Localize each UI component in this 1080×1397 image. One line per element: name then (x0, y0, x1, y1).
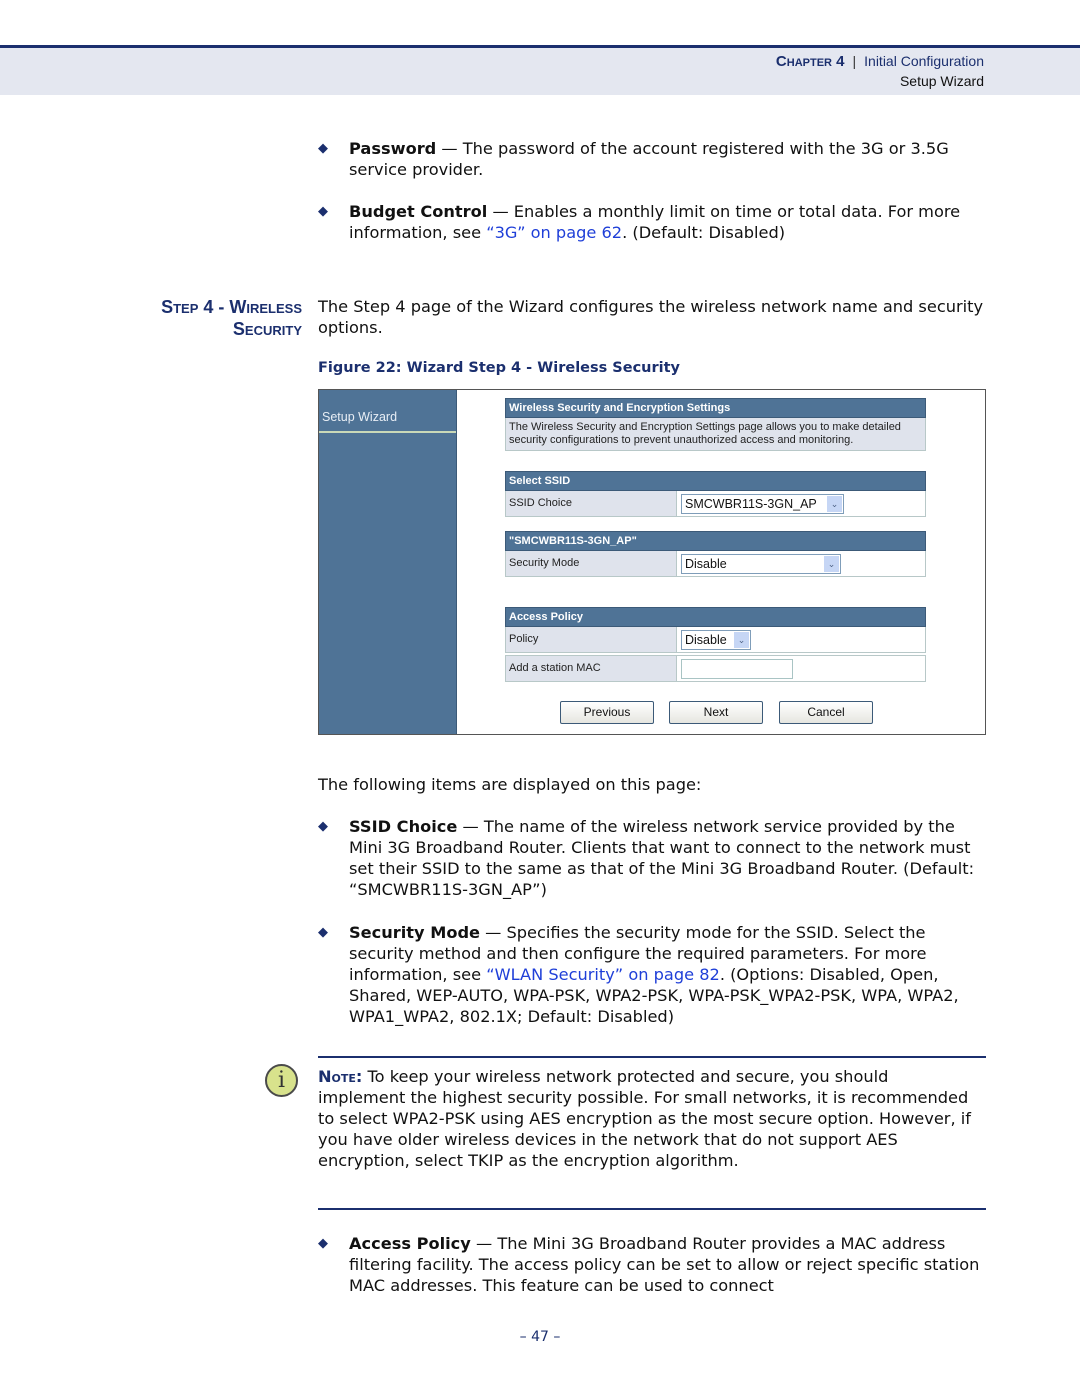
section-title: Initial Configuration (864, 53, 984, 69)
bullet-term: Access Policy (349, 1234, 471, 1253)
cancel-button[interactable]: Cancel (779, 701, 873, 724)
subsection-title: Setup Wizard (899, 73, 984, 89)
select-value: Disable (685, 633, 727, 647)
ssid-security-panel: "SMCWBR11S-3GN_AP" Security Mode Disable… (505, 531, 926, 577)
wizard-screenshot: Setup Wizard Wireless Security and Encry… (318, 389, 986, 735)
note-text: To keep your wireless network protected … (318, 1067, 971, 1170)
panel-description: The Wireless Security and Encryption Set… (505, 418, 926, 451)
link-wlan-security[interactable]: “WLAN Security” on page 82 (486, 965, 720, 984)
bullet-budget-control: ◆ Budget Control — Enables a monthly lim… (318, 201, 986, 243)
ssid-choice-row: SSID Choice SMCWBR11S-3GN_AP ⌄ (505, 491, 926, 517)
policy-row: Policy Disable ⌄ (505, 627, 926, 653)
next-button[interactable]: Next (669, 701, 763, 724)
select-ssid-panel: Select SSID SSID Choice SMCWBR11S-3GN_AP… (505, 471, 926, 517)
bullet-access-policy: ◆ Access Policy — The Mini 3G Broadband … (318, 1233, 986, 1296)
bullet-diamond-icon: ◆ (318, 819, 328, 834)
field-label: SSID Choice (506, 491, 677, 516)
field-label: Policy (506, 627, 677, 652)
ssid-choice-select[interactable]: SMCWBR11S-3GN_AP ⌄ (681, 494, 844, 514)
running-header: Chapter 4 | Initial Configuration (776, 53, 984, 70)
access-policy-panel: Access Policy Policy Disable ⌄ Add a sta… (505, 607, 926, 682)
note-bottom-rule (318, 1208, 986, 1210)
policy-select[interactable]: Disable ⌄ (681, 630, 751, 650)
bullet-diamond-icon: ◆ (318, 1236, 328, 1251)
step-intro: The Step 4 page of the Wizard configures… (318, 297, 984, 337)
bullet-term: Password (349, 139, 437, 158)
select-value: SMCWBR11S-3GN_AP (685, 497, 817, 511)
figure-caption: Figure 22: Wizard Step 4 - Wireless Secu… (318, 360, 681, 376)
panel-header: Access Policy (505, 607, 926, 627)
page-number: – 47 – (519, 1329, 561, 1345)
bullet-ssid-choice: ◆ SSID Choice — The name of the wireless… (318, 816, 986, 900)
bullet-term: SSID Choice (349, 817, 458, 836)
bullet-password: ◆ Password — The password of the account… (318, 138, 986, 180)
info-icon: i (265, 1064, 298, 1097)
note-top-rule (318, 1056, 986, 1058)
security-mode-select[interactable]: Disable ⌄ (681, 554, 841, 574)
sidebar-item-setup-wizard[interactable]: Setup Wizard (322, 410, 397, 424)
chevron-down-icon[interactable]: ⌄ (827, 496, 842, 512)
field-label: Security Mode (506, 551, 677, 576)
step-heading-line2: Security (232, 319, 302, 339)
station-mac-row: Add a station MAC (505, 655, 926, 682)
chevron-down-icon[interactable]: ⌄ (734, 632, 749, 648)
wizard-sidebar: Setup Wizard (319, 390, 457, 734)
following-intro: The following items are displayed on thi… (318, 775, 702, 794)
panel-header: Wireless Security and Encryption Setting… (505, 398, 926, 418)
bullet-term: Budget Control (349, 202, 488, 221)
step-heading: Step 4 - Wireless Security (161, 296, 302, 340)
settings-panel: Wireless Security and Encryption Setting… (505, 398, 926, 451)
bullet-diamond-icon: ◆ (318, 925, 328, 940)
station-mac-input[interactable] (681, 659, 793, 679)
chevron-down-icon[interactable]: ⌄ (824, 556, 839, 572)
sidebar-divider (319, 431, 456, 433)
header-separator: | (852, 53, 857, 69)
bullet-diamond-icon: ◆ (318, 141, 328, 156)
bullet-diamond-icon: ◆ (318, 204, 328, 219)
note-label: Note: (318, 1067, 363, 1086)
bullet-text: — The password of the account registered… (349, 139, 949, 179)
step-heading-line1: Step 4 - Wireless (161, 297, 302, 317)
bullet-security-mode: ◆ Security Mode — Specifies the security… (318, 922, 986, 1027)
bullet-text-tail: . (Default: Disabled) (622, 223, 786, 242)
chapter-label: Chapter 4 (775, 53, 845, 70)
panel-header: Select SSID (505, 471, 926, 491)
link-3g-page[interactable]: “3G” on page 62 (486, 223, 622, 242)
panel-header: "SMCWBR11S-3GN_AP" (505, 531, 926, 551)
security-mode-row: Security Mode Disable ⌄ (505, 551, 926, 577)
select-value: Disable (685, 557, 727, 571)
field-label: Add a station MAC (506, 656, 677, 681)
bullet-term: Security Mode (349, 923, 481, 942)
previous-button[interactable]: Previous (560, 701, 654, 724)
note-block: Note: To keep your wireless network prot… (318, 1066, 980, 1171)
